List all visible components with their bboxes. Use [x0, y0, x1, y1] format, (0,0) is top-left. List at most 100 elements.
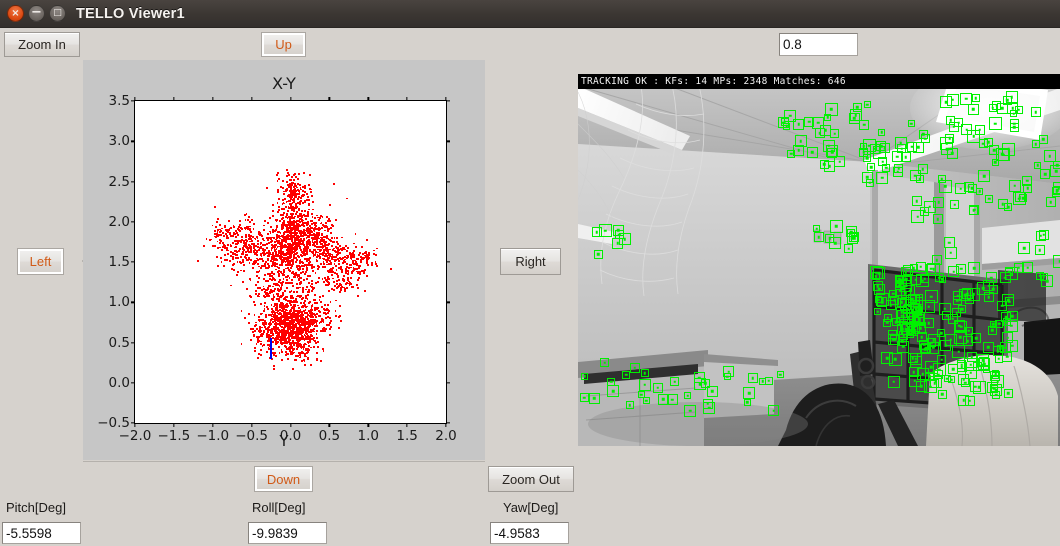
roll-field[interactable]: -9.9839: [248, 522, 327, 544]
window-controls: × − □: [7, 5, 66, 22]
chart-data-point: [294, 256, 297, 259]
up-button[interactable]: Up: [261, 32, 306, 57]
chart-data-point: [309, 232, 312, 235]
left-button[interactable]: Left: [17, 248, 64, 275]
orb-keypoint-marker: [743, 387, 756, 400]
chart-data-point: [282, 337, 284, 340]
chart-data-point: [221, 249, 224, 252]
chart-y-tick-mark: [446, 261, 450, 263]
chart-data-point: [203, 244, 206, 247]
chart-data-point: [347, 271, 350, 274]
chart-data-point: [276, 327, 279, 329]
chart-data-point: [254, 350, 257, 353]
chart-data-point: [375, 254, 377, 257]
chart-data-point: [345, 256, 348, 259]
chart-data-point: [287, 336, 289, 339]
chart-data-point: [319, 255, 321, 258]
chart-data-point: [282, 294, 285, 296]
chart-data-point: [350, 282, 353, 285]
chart-data-point: [211, 224, 214, 227]
chart-data-point: [222, 246, 225, 249]
chart-data-point: [300, 306, 303, 309]
zoom-out-button[interactable]: Zoom Out: [488, 466, 574, 492]
orb-keypoint-marker: [883, 313, 892, 322]
chart-data-point: [286, 171, 289, 174]
chart-data-point: [302, 291, 305, 293]
chart-data-point: [273, 339, 276, 342]
chart-data-point: [254, 237, 257, 240]
orb-keypoint-marker: [588, 392, 600, 404]
orb-keypoint-marker: [964, 358, 978, 372]
chart-data-point: [291, 182, 294, 185]
chart-data-point: [300, 271, 303, 274]
minimize-icon[interactable]: −: [28, 5, 45, 22]
chart-data-point: [310, 190, 312, 193]
chart-data-point: [252, 335, 255, 338]
chart-data-point: [296, 186, 298, 189]
chart-data-point: [275, 315, 277, 318]
chart-data-point: [321, 328, 324, 331]
chart-data-point: [257, 233, 260, 235]
right-button[interactable]: Right: [500, 248, 561, 275]
chart-data-point: [310, 333, 312, 336]
chart-data-point: [303, 265, 306, 267]
chart-data-point: [306, 278, 309, 280]
chart-data-point: [306, 326, 309, 328]
chart-x-tick-mark: [328, 97, 331, 101]
chart-data-point: [318, 265, 320, 268]
chart-data-point: [290, 281, 293, 284]
chart-data-point: [374, 260, 377, 263]
chart-data-point: [319, 257, 322, 260]
chart-data-point: [285, 281, 288, 284]
chart-data-point: [269, 230, 272, 233]
orb-keypoint-marker: [642, 397, 650, 405]
chart-data-point: [295, 301, 298, 304]
orb-keypoint-marker: [938, 179, 952, 193]
chart-data-point: [302, 242, 305, 245]
orb-keypoint-marker: [964, 295, 974, 305]
chart-data-point: [297, 255, 300, 258]
yaw-field[interactable]: -4.9583: [490, 522, 569, 544]
orb-keypoint-marker: [1004, 203, 1013, 212]
chart-data-point: [214, 244, 217, 247]
chart-data-point: [302, 328, 305, 331]
chart-x-tick-mark: [134, 97, 136, 101]
orb-keypoint-marker: [1002, 351, 1013, 362]
scale-input[interactable]: 0.8: [779, 33, 858, 56]
close-icon[interactable]: ×: [7, 5, 24, 22]
chart-data-point: [310, 194, 313, 197]
slam-video-panel: TRACKING OK : KFs: 14 MPs: 2348 Matches:…: [578, 74, 1060, 446]
chart-data-point: [297, 240, 300, 243]
chart-data-point: [272, 348, 275, 350]
pitch-label: Pitch[Deg]: [6, 500, 66, 515]
orb-keypoint-marker: [934, 273, 944, 283]
pitch-field[interactable]: -5.5598: [2, 522, 81, 544]
chart-data-point: [236, 274, 239, 277]
orb-keypoint-marker: [978, 358, 991, 370]
chart-data-point: [280, 248, 282, 251]
chart-data-point: [309, 341, 312, 344]
chart-data-point: [317, 314, 320, 317]
chart-data-point: [279, 342, 282, 345]
chart-x-tick-mark: [289, 97, 292, 101]
chart-y-tick-mark: [131, 382, 135, 384]
chart-data-point: [251, 239, 254, 242]
down-button[interactable]: Down: [254, 466, 313, 492]
chart-data-point: [282, 292, 284, 295]
chart-data-point: [299, 277, 302, 280]
chart-data-point: [246, 246, 249, 249]
chart-data-point: [287, 261, 289, 264]
orb-keypoint-marker: [1013, 262, 1024, 273]
orb-keypoint-marker: [937, 389, 947, 399]
chart-data-point: [292, 368, 295, 371]
zoom-in-button[interactable]: Zoom In: [4, 32, 80, 57]
chart-data-point: [303, 339, 306, 342]
chart-data-point: [244, 236, 247, 239]
chart-data-point: [296, 290, 299, 293]
maximize-icon[interactable]: □: [49, 5, 66, 22]
chart-data-point: [273, 264, 276, 267]
chart-y-tick-label: 2.5: [108, 173, 130, 190]
orb-keypoint-marker: [892, 166, 903, 177]
chart-data-point: [257, 277, 260, 280]
chart-data-point: [286, 352, 288, 355]
